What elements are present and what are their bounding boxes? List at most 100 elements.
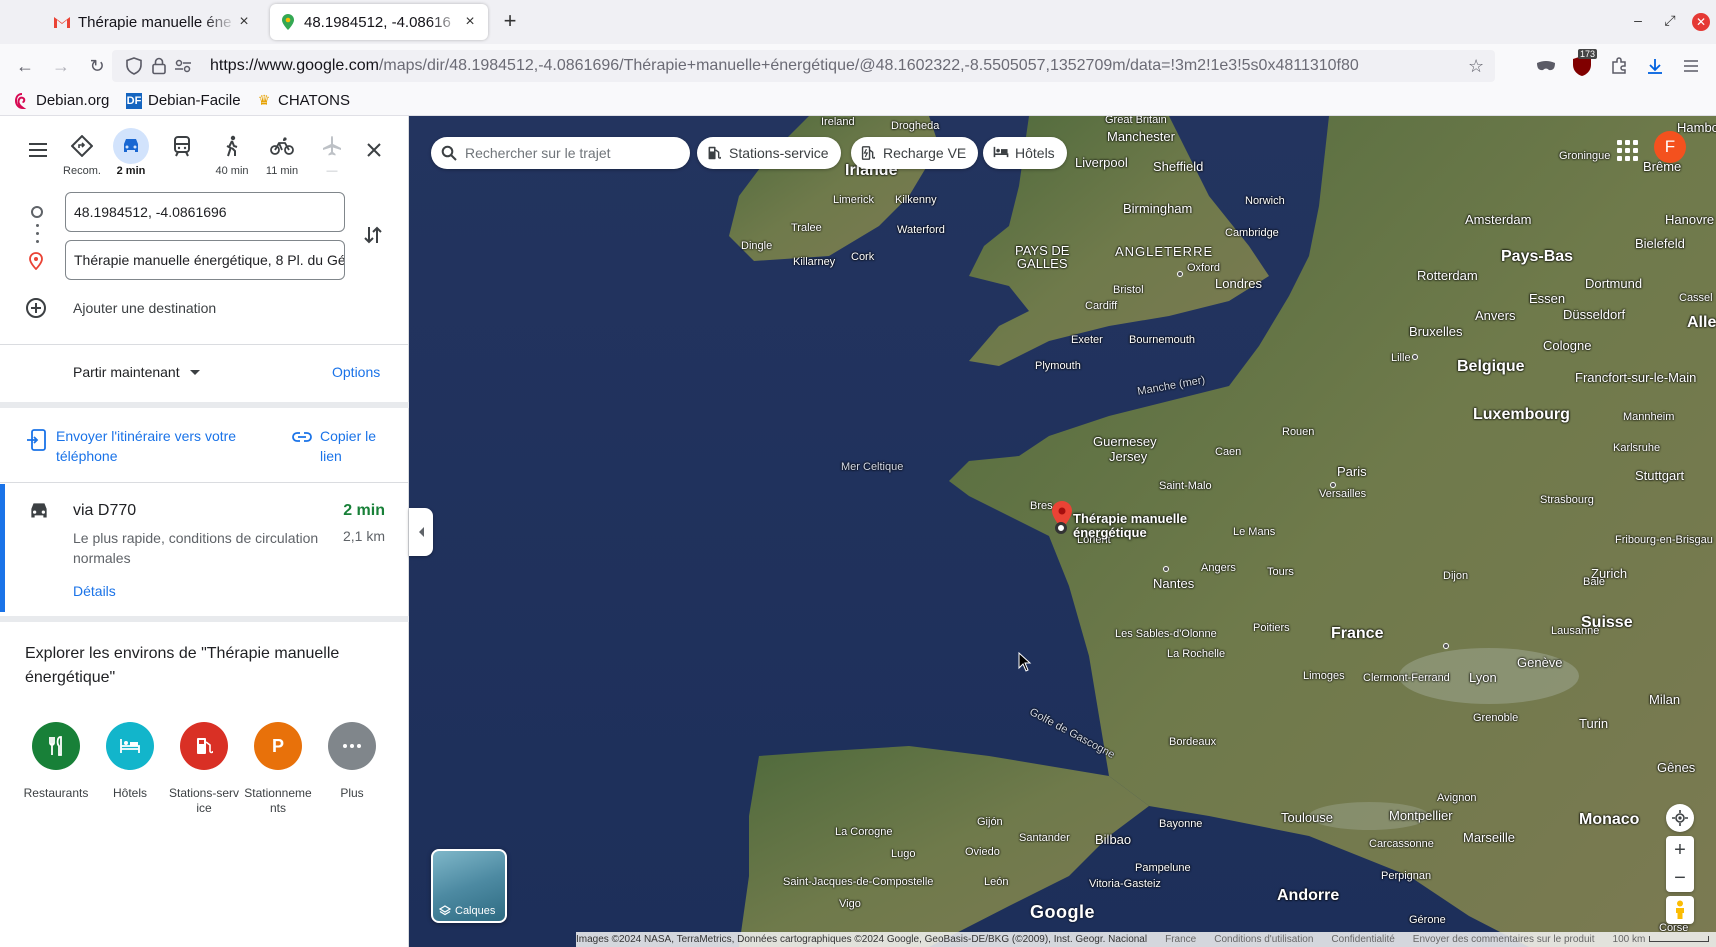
tab-close-icon[interactable]: ×	[462, 14, 478, 30]
mode-car[interactable]: 2 min	[109, 128, 153, 177]
mask-extension-icon[interactable]	[1534, 54, 1558, 78]
tab-gmail[interactable]: Thérapie manuelle éne ×	[44, 4, 262, 40]
divider	[0, 344, 409, 345]
lock-icon[interactable]	[152, 57, 166, 80]
forward-icon[interactable]: →	[48, 53, 74, 79]
map-label: Norwich	[1245, 195, 1285, 207]
category-more[interactable]: Plus	[316, 722, 388, 801]
route-search-input[interactable]: Rechercher sur le trajet	[431, 137, 690, 169]
pegman-icon	[1676, 900, 1684, 919]
chip-hotels[interactable]: Hôtels	[983, 137, 1067, 169]
map-label: Anvers	[1475, 308, 1516, 323]
mode-recommended[interactable]: Recom.	[60, 128, 104, 177]
category-label: Restaurants	[23, 786, 89, 800]
category-restaurants[interactable]: Restaurants	[20, 722, 92, 801]
depart-dropdown[interactable]: Partir maintenant	[73, 364, 200, 380]
origin-input[interactable]: 48.1984512, -4.0861696	[65, 192, 345, 232]
depart-label: Partir maintenant	[73, 364, 180, 380]
gas-station-icon	[707, 145, 723, 161]
map-label: Angers	[1201, 562, 1236, 574]
route-name: via D770	[73, 502, 137, 519]
destination-input[interactable]: Thérapie manuelle énergétique, 8 Pl. du …	[65, 240, 345, 280]
url-bar[interactable]: https://www.google.com/maps/dir/48.19845…	[112, 50, 1495, 82]
add-circle-icon	[24, 296, 48, 320]
chip-ev-charging[interactable]: Recharge VE	[851, 137, 979, 169]
footer-link-privacy[interactable]: Confidentialité	[1331, 934, 1394, 945]
hamburger-menu-icon[interactable]	[1679, 54, 1703, 78]
mode-flight[interactable]: —	[310, 128, 354, 177]
route-distance: 2,1 km	[342, 528, 385, 544]
pegman-button[interactable]	[1666, 896, 1694, 924]
more-icon	[328, 722, 376, 770]
star-bookmark-icon[interactable]: ☆	[1468, 56, 1484, 77]
car-icon	[113, 128, 149, 164]
map-label: Groningue	[1559, 150, 1611, 162]
footer-link-terms[interactable]: Conditions d'utilisation	[1214, 934, 1313, 945]
account-avatar[interactable]: F	[1654, 131, 1686, 163]
map-label: Bilbao	[1095, 832, 1132, 847]
layers-label-row: Calques	[439, 905, 495, 917]
close-window-icon[interactable]: ✕	[1692, 13, 1710, 31]
chip-label: Recharge VE	[883, 145, 967, 161]
new-tab-button[interactable]: +	[498, 10, 522, 34]
bookmark-debian-facile[interactable]: DF Debian-Facile	[126, 92, 241, 109]
reload-icon[interactable]: ↻	[84, 53, 110, 79]
permissions-icon[interactable]	[174, 58, 192, 79]
extensions-puzzle-icon[interactable]	[1607, 54, 1631, 78]
downloads-icon[interactable]	[1643, 54, 1667, 78]
map-label: Bres	[1030, 500, 1053, 512]
menu-icon[interactable]	[24, 136, 52, 164]
route-option[interactable]: via D770 Le plus rapide, conditions de c…	[0, 484, 409, 612]
map-label: Luxembourg	[1473, 406, 1570, 423]
map-label: Allem	[1687, 314, 1716, 331]
my-location-button[interactable]	[1666, 804, 1694, 832]
category-hotels[interactable]: Hôtels	[94, 722, 166, 801]
zoom-out-button[interactable]: −	[1666, 864, 1694, 892]
map-label: Lugo	[891, 848, 916, 860]
google-apps-icon[interactable]	[1614, 137, 1638, 161]
scale-label[interactable]: 100 km	[1613, 934, 1710, 945]
train-icon	[164, 128, 200, 164]
tab-title: Thérapie manuelle éne	[78, 13, 232, 31]
mode-bike[interactable]: 11 min	[260, 128, 304, 177]
footer-link-region[interactable]: France	[1165, 934, 1196, 945]
add-destination-button[interactable]: Ajouter une destination	[24, 296, 216, 320]
map-label: León	[984, 876, 1009, 888]
options-button[interactable]: Options	[332, 364, 380, 380]
category-parking[interactable]: P Stationnements	[242, 722, 314, 816]
bookmark-chatons[interactable]: ♛ CHATONS	[256, 92, 350, 109]
zoom-in-button[interactable]: +	[1666, 836, 1694, 864]
chip-gas-stations[interactable]: Stations-service	[697, 137, 841, 169]
bookmark-debian[interactable]: Debian.org	[14, 92, 109, 109]
mode-walk[interactable]: 40 min	[210, 128, 254, 177]
send-to-phone-link[interactable]: Envoyer l'itinéraire vers votre téléphon…	[56, 426, 276, 466]
directions-panel: Recom. 2 min 40 min 11 min — 48.1984512,…	[0, 116, 409, 947]
layers-button[interactable]: Calques	[431, 849, 507, 923]
category-gas-stations[interactable]: Stations-service	[168, 722, 240, 816]
tab-close-icon[interactable]: ×	[236, 14, 252, 30]
map-label: Stuttgart	[1635, 468, 1685, 483]
mode-transit[interactable]	[160, 128, 204, 165]
route-details-link[interactable]: Détails	[73, 583, 116, 599]
shield-icon[interactable]	[126, 57, 142, 80]
back-icon[interactable]: ←	[12, 53, 38, 79]
close-directions-icon[interactable]	[360, 136, 388, 164]
maximize-icon[interactable]: ⤢	[1660, 12, 1680, 29]
swap-icon[interactable]	[360, 222, 386, 248]
tab-maps[interactable]: 48.1984512, -4.08616 ×	[270, 4, 488, 40]
mode-label: Recom.	[63, 165, 101, 177]
origin-marker-icon[interactable]	[1055, 522, 1067, 534]
city-dot	[1177, 271, 1183, 277]
copy-link-button[interactable]: Copier le lien	[320, 426, 390, 466]
tab-title: 48.1984512, -4.08616	[304, 13, 451, 31]
caret-down-icon	[189, 369, 200, 375]
url-text[interactable]: https://www.google.com/maps/dir/48.19845…	[210, 57, 1490, 75]
map-label: Les Sables-d'Olonne	[1115, 628, 1217, 640]
map-label: Bruxelles	[1409, 324, 1463, 339]
destination-map-label[interactable]: Thérapie manuelle énergétique	[1073, 512, 1203, 540]
minimize-icon[interactable]: –	[1628, 12, 1648, 28]
footer-link-feedback[interactable]: Envoyer des commentaires sur le produit	[1413, 934, 1595, 945]
collapse-panel-button[interactable]	[409, 508, 433, 556]
car-icon	[27, 500, 51, 524]
map-label: Montpellier	[1389, 808, 1453, 823]
